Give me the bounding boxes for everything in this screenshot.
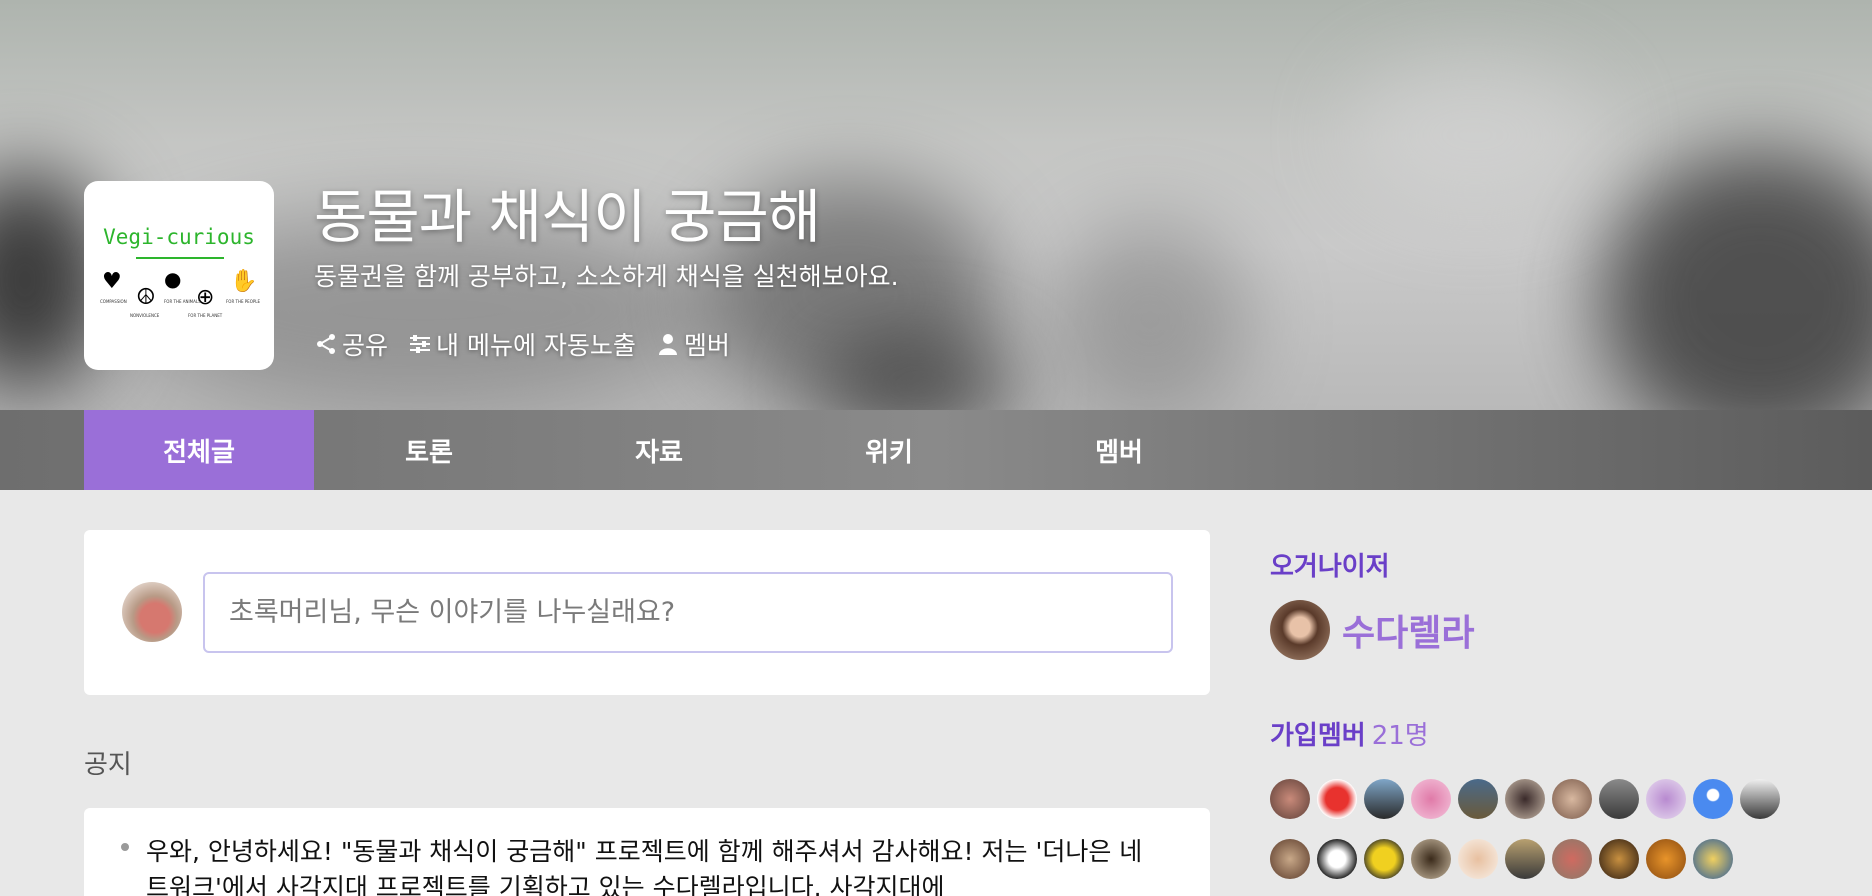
notice-card[interactable]: 우와, 안녕하세요! "동물과 채식이 궁금해" 프로젝트에 함께 해주셔서 감… [84,808,1210,896]
logo-caption: FOR THE ANIMALS [164,299,201,304]
cover-banner [0,0,1872,410]
sliders-icon [410,335,431,353]
member-avatar[interactable] [1740,779,1780,819]
tab-all-posts[interactable]: 전체글 [84,410,314,490]
add-to-menu-label: 내 메뉴에 자동노출 [436,331,636,360]
member-avatar[interactable] [1552,839,1592,879]
tab-wiki[interactable]: 위키 [774,410,1004,490]
member-avatar[interactable] [1552,779,1592,819]
member-avatar[interactable] [1458,839,1498,879]
project-actions: 공유 내 메뉴에 자동노출 멤버 [314,326,730,362]
peace-icon: ☮ [136,285,156,310]
project-title: 동물과 채식이 궁금해 [314,183,821,251]
logo-caption: NONVIOLENCE [130,313,160,318]
banner-blur [1350,60,1600,210]
avatar [1270,600,1330,660]
member-avatar[interactable] [1364,839,1404,879]
logo-underline [136,257,224,259]
tab-bar: 전체글 토론 자료 위키 멤버 [0,410,1872,490]
post-input[interactable] [203,572,1173,653]
share-icon [317,334,335,354]
member-label: 멤버 [683,331,730,360]
share-label: 공유 [342,331,389,360]
members-heading: 가입멤버 21명 [1270,715,1429,752]
tab-resources[interactable]: 자료 [544,410,774,490]
bullet-icon [121,843,129,851]
members-heading-label: 가입멤버 [1270,721,1366,751]
member-avatar[interactable] [1411,839,1451,879]
logo-caption: FOR THE PLANET [188,313,223,318]
logo-caption: COMPASSION [100,299,127,304]
member-avatar[interactable] [1693,839,1733,879]
member-button[interactable]: 멤버 [656,326,730,362]
member-avatar[interactable] [1317,839,1357,879]
banner-blur [1050,220,1250,410]
project-subtitle: 동물권을 함께 공부하고, 소소하게 채식을 실천해보아요. [314,262,899,291]
member-avatar[interactable] [1599,779,1639,819]
post-composer [84,530,1210,695]
organizer[interactable]: 수다렐라 [1270,600,1474,660]
member-avatar[interactable] [1599,839,1639,879]
member-avatar[interactable] [1693,779,1733,819]
member-avatar[interactable] [1646,839,1686,879]
member-avatar[interactable] [1317,779,1357,819]
add-to-menu-button[interactable]: 내 메뉴에 자동노출 [408,326,636,362]
project-logo: Vegi-curious ♥ ☮ ● ⊕ ✋ COMPASSION NONVIO… [84,181,274,370]
members-count: 21명 [1371,721,1429,751]
heart-icon: ♥ [102,269,122,294]
notice-heading: 공지 [84,750,132,780]
tab-members[interactable]: 멤버 [1004,410,1234,490]
organizer-name: 수다렐라 [1342,613,1475,654]
share-button[interactable]: 공유 [314,326,388,362]
member-avatar[interactable] [1411,779,1451,819]
hand-icon: ✋ [230,269,258,294]
member-avatar[interactable] [1270,839,1310,879]
notice-text: 우와, 안녕하세요! "동물과 채식이 궁금해" 프로젝트에 함께 해주셔서 감… [146,837,1143,896]
paw-icon: ● [164,267,182,291]
logo-caption: FOR THE PEOPLE [226,299,261,304]
member-avatar[interactable] [1646,779,1686,819]
logo-text: Vegi-curious [103,225,255,249]
banner-blur [1600,150,1872,410]
member-avatar[interactable] [1458,779,1498,819]
tab-discussion[interactable]: 토론 [314,410,544,490]
member-avatar[interactable] [1270,779,1310,819]
organizer-heading: 오거나이저 [1270,552,1390,582]
globe-icon: ⊕ [196,285,215,310]
member-avatar[interactable] [1505,839,1545,879]
member-avatar[interactable] [1505,779,1545,819]
avatar [122,582,182,642]
member-avatar[interactable] [1364,779,1404,819]
person-icon [658,334,677,355]
